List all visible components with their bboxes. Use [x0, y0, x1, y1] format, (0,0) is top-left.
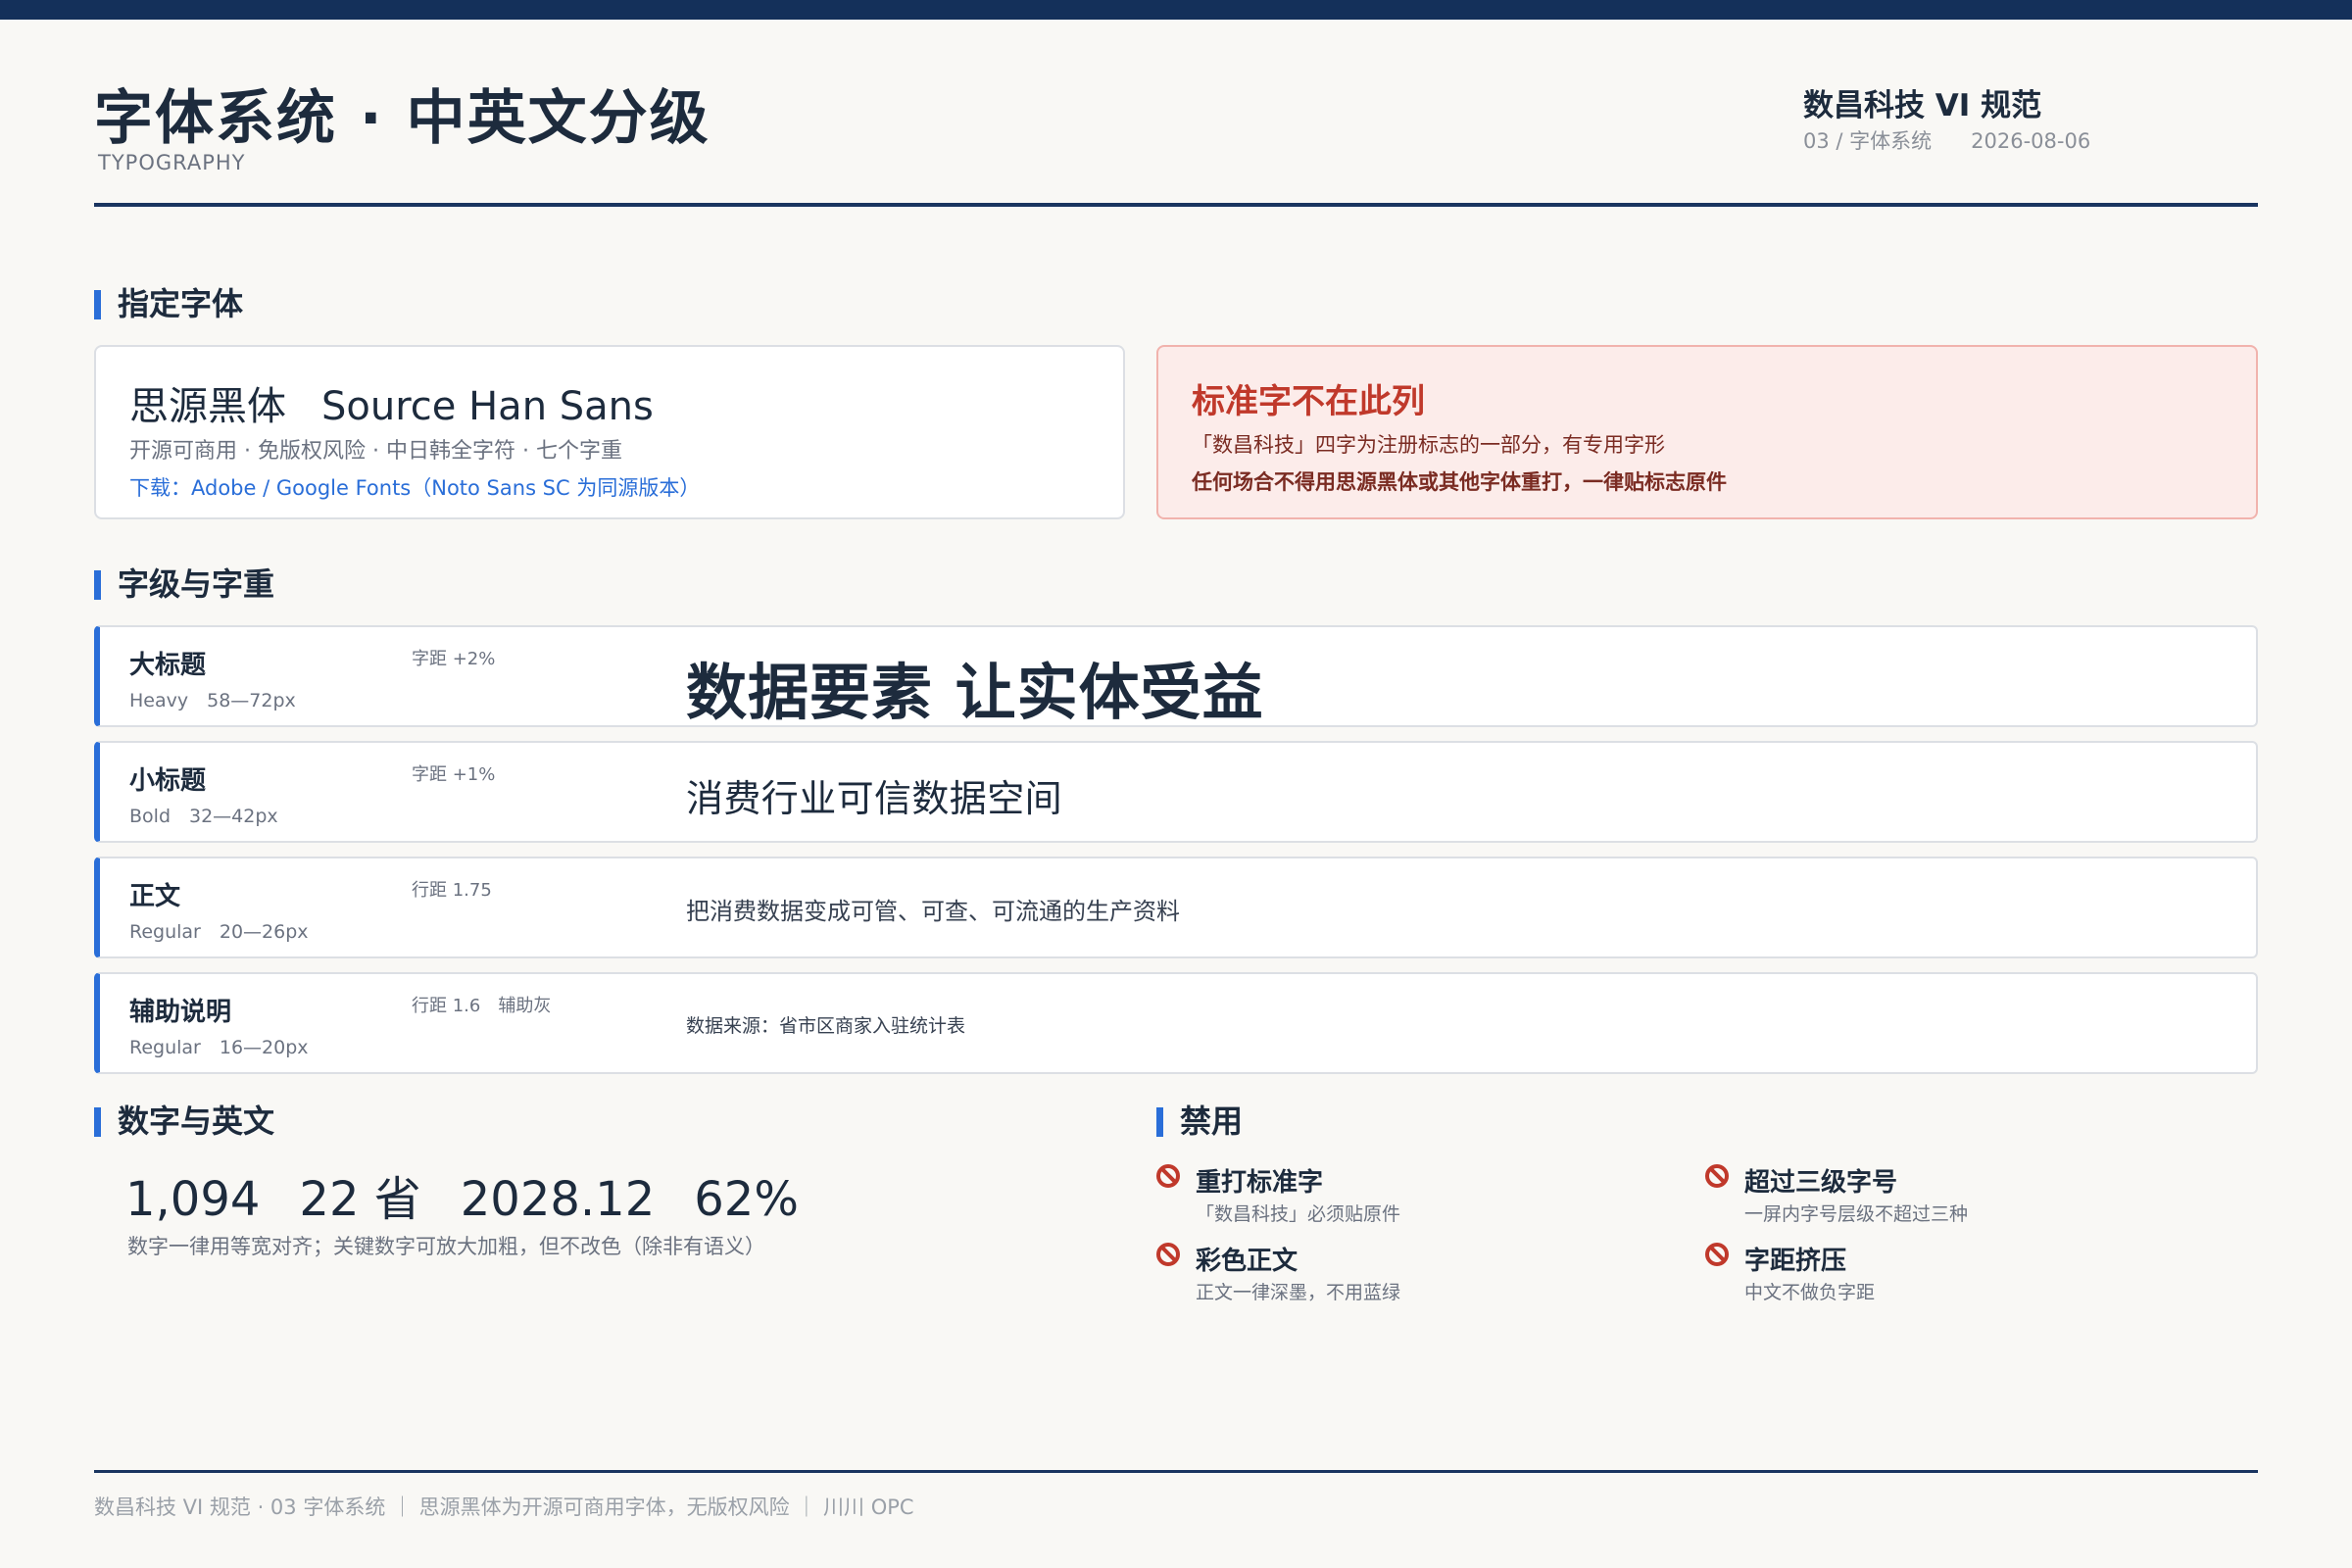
section-heading-numbers: 数字与英文	[94, 1103, 274, 1139]
font-name: 思源黑体 Source Han Sans	[129, 374, 654, 431]
prohibited-icon	[1705, 1243, 1729, 1266]
level-name: 小标题	[129, 766, 207, 796]
font-name-en: Source Han Sans	[321, 384, 654, 429]
banned-desc: 「数昌科技」必须贴原件	[1196, 1203, 1401, 1225]
banned-desc: 中文不做负字距	[1744, 1282, 1876, 1303]
type-level-row: 正文 Regular 20—26px 行距 1.75 把消费数据变成可管、可查、…	[94, 857, 2258, 958]
warning-card: 标准字不在此列 「数昌科技」四字为注册标志的一部分，有专用字形 任何场合不得用思…	[1156, 345, 2258, 519]
banned-title: 超过三级字号	[1744, 1168, 1898, 1198]
page-header: 字体系统 · 中英文分级 TYPOGRAPHY 数昌科技 VI 规范 03 / …	[94, 71, 2258, 207]
page-meta: 03 / 字体系统 2026-08-06	[1803, 125, 2090, 155]
type-level-row: 大标题 Heavy 58—72px 字距 +2% 数据要素 让实体受益	[94, 625, 2258, 728]
banned-desc: 正文一律深墨，不用蓝绿	[1196, 1282, 1401, 1303]
level-param: 行距 1.6 辅助灰	[412, 996, 552, 1016]
level-spec: Heavy 58—72px	[129, 690, 296, 711]
level-param: 字距 +1%	[412, 764, 496, 785]
level-param: 行距 1.75	[412, 880, 492, 901]
prohibited-icon	[1156, 1243, 1180, 1266]
level-spec: Regular 20—26px	[129, 921, 309, 943]
level-sample: 消费行业可信数据空间	[686, 777, 1063, 820]
section-heading-levels: 字级与字重	[94, 566, 274, 602]
type-level-row: 小标题 Bold 32—42px 字距 +1% 消费行业可信数据空间	[94, 741, 2258, 843]
font-download-link[interactable]: 下载：Adobe / Google Fonts（Noto Sans SC 为同源…	[129, 472, 700, 502]
designated-font-card: 思源黑体 Source Han Sans 开源可商用 · 免版权风险 · 中日韩全…	[94, 345, 1125, 519]
level-sample: 数据来源：省市区商家入驻统计表	[686, 1015, 966, 1037]
number-sample: 2028.12	[460, 1172, 656, 1227]
date-label: 2026-08-06	[1971, 129, 2091, 153]
section-heading-designated: 指定字体	[94, 286, 243, 321]
footer-divider	[94, 1470, 2258, 1473]
page-subtitle: TYPOGRAPHY	[98, 151, 246, 174]
banned-desc: 一屏内字号层级不超过三种	[1744, 1203, 1969, 1225]
footer-text: 数昌科技 VI 规范 · 03 字体系统 ｜ 思源黑体为开源可商用字体，无版权风…	[94, 1495, 914, 1519]
banned-title: 重打标准字	[1196, 1168, 1324, 1198]
level-name: 大标题	[129, 651, 207, 680]
prohibited-icon	[1705, 1164, 1729, 1188]
level-param: 字距 +2%	[412, 649, 496, 669]
prohibited-icon	[1156, 1164, 1180, 1188]
level-name: 辅助说明	[129, 998, 232, 1027]
numbers-note: 数字一律用等宽对齐；关键数字可放大加粗，但不改色（除非有语义）	[127, 1235, 765, 1258]
page-title: 字体系统 · 中英文分级	[94, 84, 710, 153]
number-sample: 62%	[694, 1172, 799, 1227]
warning-line-2: 任何场合不得用思源黑体或其他字体重打，一律贴标志原件	[1192, 470, 1727, 494]
section-heading-banned: 禁用	[1156, 1103, 1243, 1139]
font-description: 开源可商用 · 免版权风险 · 中日韩全字符 · 七个字重	[129, 439, 622, 464]
number-sample: 1,094	[125, 1172, 261, 1227]
level-sample: 把消费数据变成可管、可查、可流通的生产资料	[686, 898, 1180, 925]
level-spec: Regular 16—20px	[129, 1037, 309, 1058]
warning-title: 标准字不在此列	[1192, 382, 1425, 421]
type-level-row: 辅助说明 Regular 16—20px 行距 1.6 辅助灰 数据来源：省市区…	[94, 972, 2258, 1074]
warning-line-1: 「数昌科技」四字为注册标志的一部分，有专用字形	[1192, 433, 1665, 457]
banned-title: 字距挤压	[1744, 1247, 1847, 1276]
number-sample: 22 省	[299, 1172, 421, 1227]
brand-title: 数昌科技 VI 规范	[1803, 88, 2042, 123]
section-label: 03 / 字体系统	[1803, 129, 1933, 153]
level-name: 正文	[129, 882, 181, 911]
banned-title: 彩色正文	[1196, 1247, 1298, 1276]
top-accent-bar	[0, 0, 2352, 20]
level-sample: 数据要素 让实体受益	[686, 657, 1264, 728]
number-samples: 1,094 22 省 2028.12 62%	[125, 1160, 838, 1229]
font-name-cn: 思源黑体	[129, 384, 286, 429]
level-spec: Bold 32—42px	[129, 806, 278, 827]
